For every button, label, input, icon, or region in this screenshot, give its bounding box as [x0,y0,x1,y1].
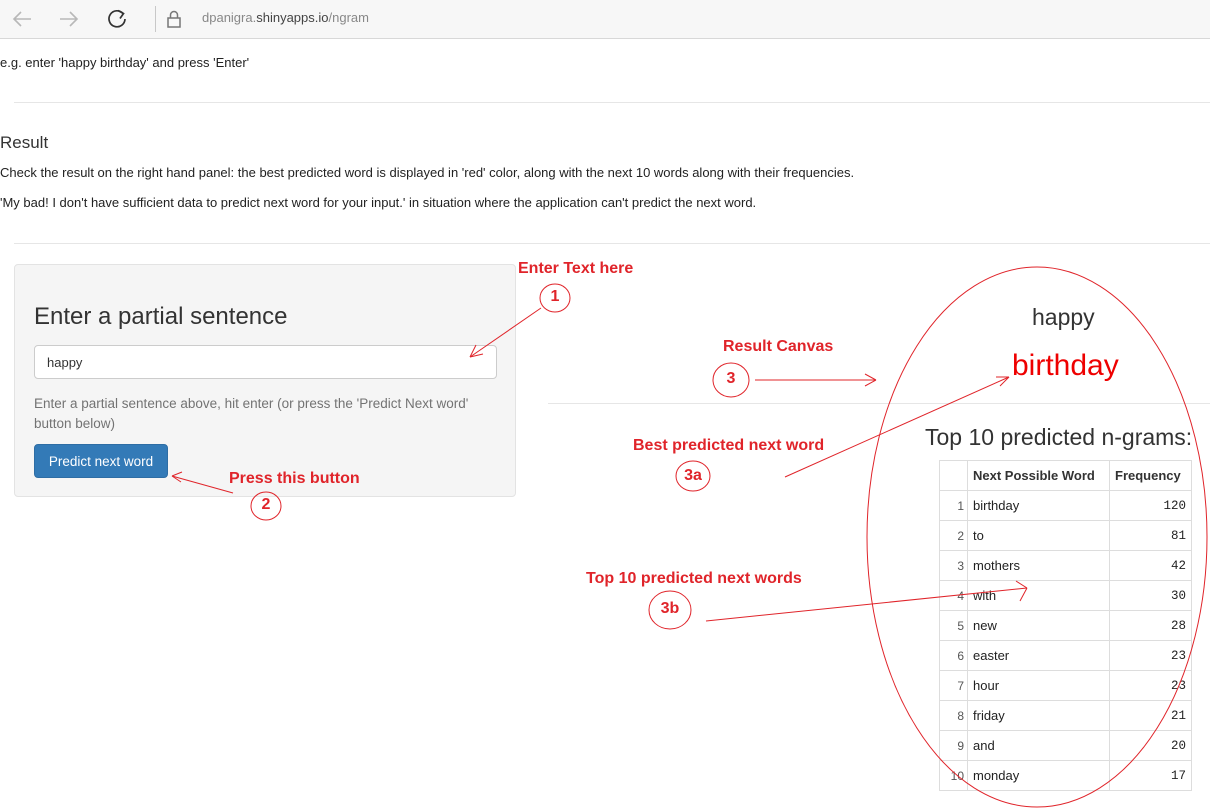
arrow-to-button [171,475,234,494]
annotation-overlay [171,266,1208,808]
annotation-number-2: 2 [261,496,271,513]
arrow-to-best-word [784,376,1010,478]
annotation-result-canvas: Result Canvas [723,338,834,355]
annotation-number-3b: 3b [660,600,680,617]
annotation-best-predicted: Best predicted next word [633,437,825,454]
annotation-number-1: 1 [550,288,560,305]
result-highlight-ellipse [866,266,1208,808]
annotation-enter-text: Enter Text here [518,260,634,277]
annotation-press-button: Press this button [229,470,360,487]
annotation-number-3a: 3a [684,467,702,484]
annotation-number-3: 3 [726,370,736,387]
arrow-to-input [469,307,542,358]
arrow-to-table [705,587,1028,622]
annotation-top10: Top 10 predicted next words [586,570,802,587]
